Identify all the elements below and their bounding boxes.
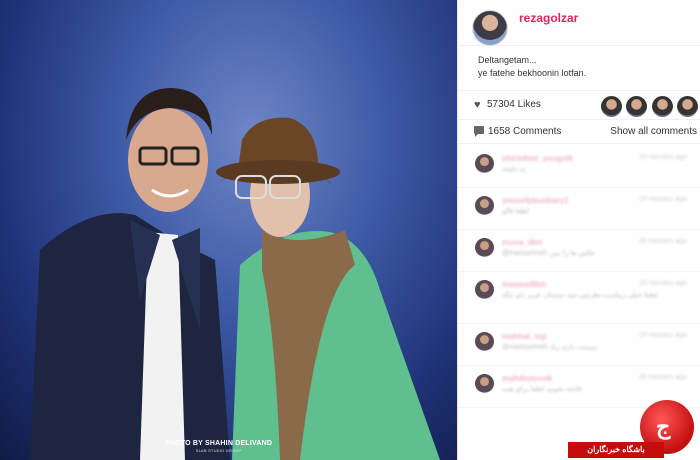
liker-avatar[interactable] (677, 96, 698, 117)
comment-time: 20 minutes ago (639, 374, 687, 381)
liker-avatar[interactable] (601, 96, 622, 117)
comment-text: فاتحه بخونید لطفا برای همه (502, 386, 582, 393)
watermark-logo: ج باشگاه خبرنگاران (568, 398, 700, 460)
comment-avatar[interactable] (475, 374, 494, 393)
show-all-comments-link[interactable]: Show all comments (610, 126, 697, 137)
comment-username[interactable]: yousefpbunbary1 (502, 196, 569, 205)
comment-username[interactable]: mahdiotovn6 (502, 374, 552, 383)
comment-text: لطفا فالو (502, 208, 529, 215)
comment-avatar[interactable] (475, 196, 494, 215)
comment-time: 20 minutes ago (639, 280, 687, 287)
comments-row: 1658 Comments Show all comments (458, 120, 700, 144)
comment-text: @mansurimeh دوستت دارم زیاد (502, 344, 599, 351)
comment-item: maseud6bh 20 minutes ago لطفا خیلی زیباس… (458, 272, 700, 324)
heart-icon[interactable]: ♥ (474, 99, 481, 111)
comment-avatar[interactable] (475, 332, 494, 351)
comment-item: yousefpbunbary1 20 minutes ago لطفا فالو (458, 188, 700, 230)
comments-count: 1658 Comments (488, 126, 562, 137)
comment-avatar[interactable] (475, 154, 494, 173)
photo-illustration (30, 88, 440, 460)
liker-avatar[interactable] (626, 96, 647, 117)
comment-avatar[interactable] (475, 280, 494, 299)
comment-time: 20 minutes ago (639, 332, 687, 339)
post-caption: Deltangetam... ye fatehe bekhoonin lotfa… (478, 54, 586, 80)
comment-username[interactable]: maseud6bh (502, 280, 546, 289)
comment-text: @mansurimeh عکس ها را ببین (502, 250, 596, 257)
comment-list: shirinfeet_yougolk 20 minutes ago یه دقی… (458, 146, 700, 408)
comment-item: mahhal_top 20 minutes ago @mansurimeh دو… (458, 324, 700, 366)
comment-item: shirinfeet_yougolk 20 minutes ago یه دقی… (458, 146, 700, 188)
comment-time: 20 minutes ago (639, 238, 687, 245)
avatar[interactable] (472, 10, 508, 46)
photo-credit: PHOTO BY SHAHIN DELIVAND SLAB STUDIO GRO… (165, 440, 273, 453)
comment-text: یه دقیقه (502, 166, 526, 173)
username-link[interactable]: rezagolzar (519, 11, 578, 25)
comment-item: mona_dbn 20 minutes ago @mansurimeh عکس … (458, 230, 700, 272)
comment-username[interactable]: mahhal_top (502, 332, 547, 341)
comment-text: لطفا خیلی زیباست نظرتون چیه دوستان عزیز … (502, 292, 658, 299)
likes-row: ♥ 57304 Likes (458, 90, 700, 120)
caption-line: Deltangetam... (478, 55, 537, 65)
watermark-text: باشگاه خبرنگاران (568, 442, 664, 458)
comment-username[interactable]: mona_dbn (502, 238, 542, 247)
comment-time: 20 minutes ago (639, 154, 687, 161)
caption-line: ye fatehe bekhoonin lotfan. (478, 68, 587, 78)
post-photo[interactable]: PHOTO BY SHAHIN DELIVAND SLAB STUDIO GRO… (0, 0, 457, 460)
comment-time: 20 minutes ago (639, 196, 687, 203)
liker-avatar[interactable] (652, 96, 673, 117)
comment-username[interactable]: shirinfeet_yougolk (502, 154, 573, 163)
likes-count[interactable]: 57304 Likes (487, 99, 541, 110)
post-sidebar: rezagolzar Deltangetam... ye fatehe bekh… (457, 0, 700, 460)
comment-icon (474, 126, 484, 137)
post-header: rezagolzar (458, 0, 700, 46)
comment-avatar[interactable] (475, 238, 494, 257)
